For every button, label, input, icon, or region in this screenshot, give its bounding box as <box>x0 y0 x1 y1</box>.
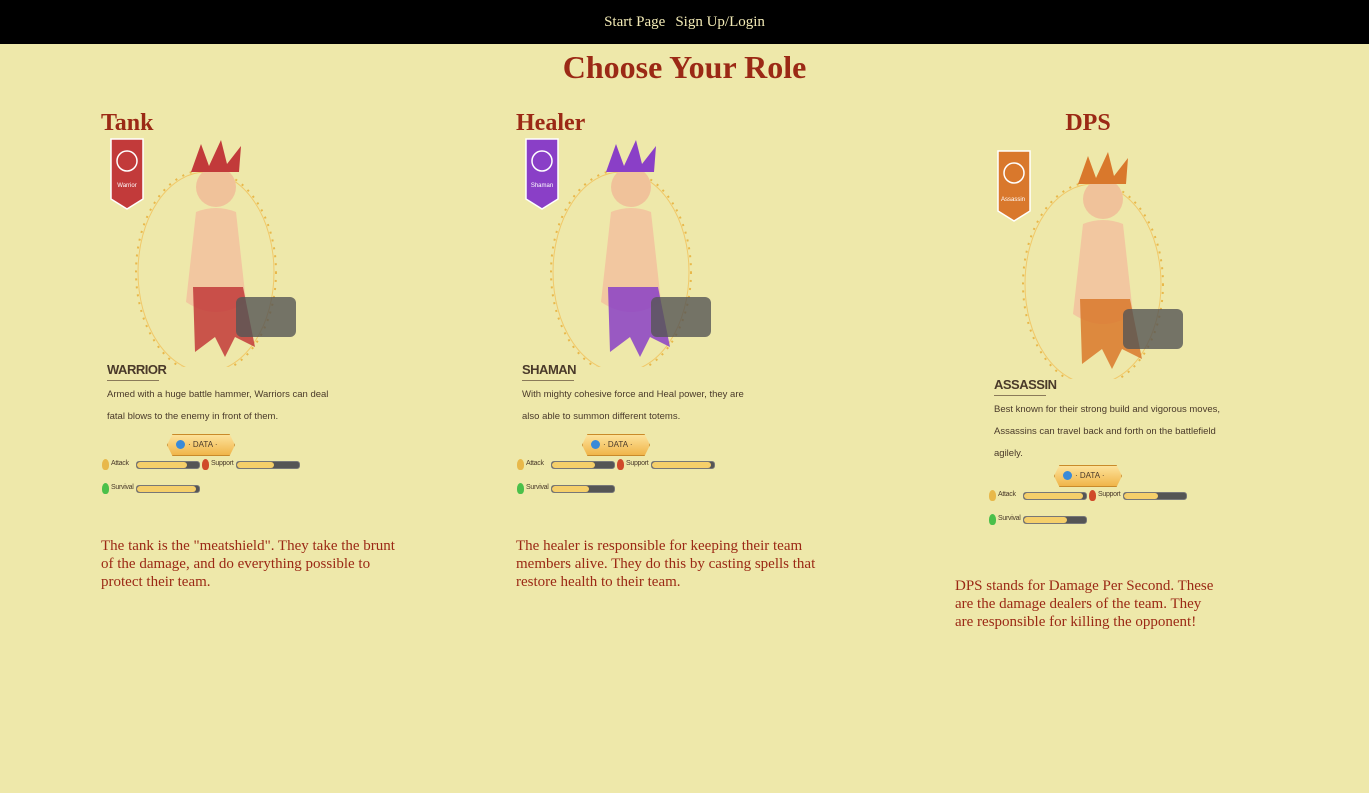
survival-stat-bar <box>1023 516 1087 524</box>
support-stat-label: Support <box>1098 491 1121 498</box>
survival-stat-bar-fill <box>1024 517 1068 523</box>
role-description-tank: The tank is the "meatshield". They take … <box>101 538 395 590</box>
class-name-underline <box>522 380 574 381</box>
attack-stat-bar <box>551 461 615 469</box>
survival-stat-icon <box>989 514 996 525</box>
data-button-label: · DATA · <box>1075 471 1105 480</box>
role-column-healer: Healer Shaman SHAMAN With mighty cohesive … <box>516 110 826 591</box>
attack-stat-icon <box>989 490 996 501</box>
survival-stat-label: Survival <box>111 484 134 491</box>
support-stat-bar-fill <box>1124 493 1159 499</box>
role-card-tank[interactable]: Warrior WARRIOR Armed with a huge battle h… <box>101 137 328 537</box>
role-heading-dps: DPS <box>1065 110 1111 136</box>
data-button[interactable]: · DATA · <box>1054 465 1122 487</box>
attack-stat-bar <box>1023 492 1087 500</box>
survival-stat-bar <box>551 485 615 493</box>
attack-stat-label: Attack <box>998 491 1016 498</box>
support-stat-bar-fill <box>652 462 711 468</box>
role-description-dps: DPS stands for Damage Per Second. These … <box>955 578 1214 630</box>
class-desc-line: also able to summon different totems. <box>522 411 681 422</box>
support-stat-bar <box>651 461 715 469</box>
survival-stat-bar-fill <box>137 486 196 492</box>
character-illustration <box>997 150 1183 379</box>
survival-stat-bar <box>136 485 200 493</box>
survival-stat-label: Survival <box>526 484 549 491</box>
page-title: Choose Your Role <box>562 49 807 85</box>
character-illustration <box>525 138 711 367</box>
support-stat-bar <box>236 461 300 469</box>
survival-stat-icon <box>517 483 524 494</box>
support-stat-icon <box>1089 490 1096 501</box>
attack-stat-label: Attack <box>111 460 129 467</box>
data-button-label: · DATA · <box>188 440 218 449</box>
role-heading-healer: Healer <box>516 110 586 136</box>
support-stat-bar <box>1123 492 1187 500</box>
attack-stat-icon <box>517 459 524 470</box>
data-button-icon <box>591 440 600 449</box>
class-desc-line: Armed with a huge battle hammer, Warrior… <box>107 389 329 400</box>
role-column-tank: Tank Warrior WARRIOR Armed with a huge bat… <box>101 110 411 591</box>
class-desc-line: Assassins can travel back and forth on t… <box>994 426 1216 437</box>
survival-stat-label: Survival <box>998 515 1021 522</box>
role-card-healer[interactable]: Shaman SHAMAN With mighty cohesive force a… <box>516 137 744 537</box>
class-name: WARRIOR <box>107 362 167 377</box>
support-stat-label: Support <box>211 460 234 467</box>
class-desc-line: fatal blows to the enemy in front of the… <box>107 411 279 422</box>
attack-stat-bar-fill <box>552 462 596 468</box>
attack-stat-icon <box>102 459 109 470</box>
support-stat-bar-fill <box>237 462 275 468</box>
nav-signup-login-link[interactable]: Sign Up/Login <box>675 14 765 31</box>
attack-stat-bar-fill <box>1024 493 1083 499</box>
class-desc-line: With mighty cohesive force and Heal powe… <box>522 389 744 400</box>
class-badge-label: Shaman <box>530 183 554 189</box>
attack-stat-bar <box>136 461 200 469</box>
data-button-icon <box>1063 471 1072 480</box>
data-button[interactable]: · DATA · <box>582 434 650 456</box>
data-button-icon <box>176 440 185 449</box>
class-desc-line: Best known for their strong build and vi… <box>994 404 1221 415</box>
support-stat-icon <box>617 459 624 470</box>
top-nav: Start Page Sign Up/Login <box>0 0 1369 44</box>
character-illustration <box>110 138 296 367</box>
support-stat-label: Support <box>626 460 649 467</box>
class-badge-label: Warrior <box>117 183 137 189</box>
role-card-dps[interactable]: Assassin ASSASSIN Best known for their str… <box>988 137 1220 577</box>
class-name: ASSASSIN <box>994 377 1057 392</box>
class-desc-line: agilely. <box>994 448 1023 459</box>
role-heading-tank: Tank <box>101 110 154 136</box>
class-badge-label: Assassin <box>1000 197 1025 203</box>
data-button[interactable]: · DATA · <box>167 434 235 456</box>
nav-start-page-link[interactable]: Start Page <box>604 14 665 31</box>
survival-stat-icon <box>102 483 109 494</box>
data-button-label: · DATA · <box>603 440 633 449</box>
class-name-underline <box>994 395 1046 396</box>
role-description-healer: The healer is responsible for keeping th… <box>516 538 816 590</box>
survival-stat-bar-fill <box>552 486 590 492</box>
class-name: SHAMAN <box>522 362 577 377</box>
role-column-dps: DPS Assassin ASSASSIN Best known for their… <box>955 110 1221 631</box>
attack-stat-bar-fill <box>137 462 187 468</box>
support-stat-icon <box>202 459 209 470</box>
class-name-underline <box>107 380 159 381</box>
attack-stat-label: Attack <box>526 460 544 467</box>
